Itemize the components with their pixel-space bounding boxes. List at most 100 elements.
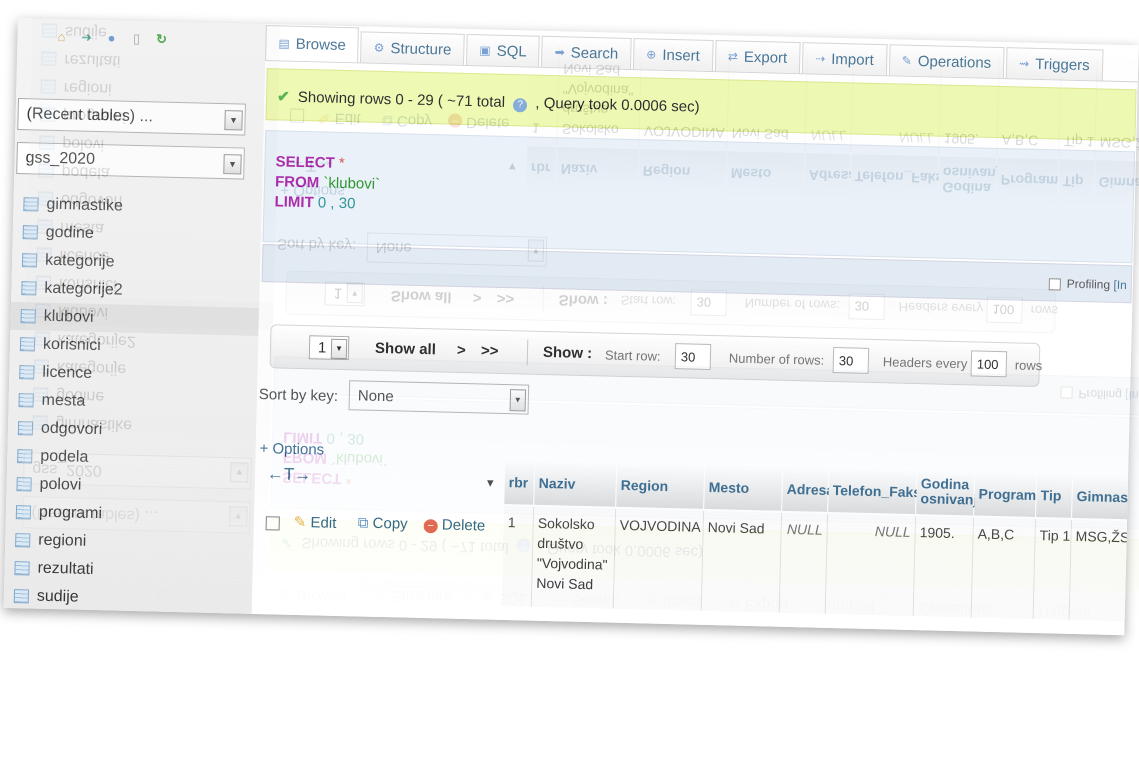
cell-value: A,B,C <box>977 525 1015 543</box>
column-header[interactable]: Mesto <box>704 464 784 511</box>
profiling-checkbox[interactable] <box>1048 278 1061 291</box>
number-of-rows-input[interactable]: 30 <box>832 347 870 374</box>
cell-value: Novi Sad <box>707 519 765 537</box>
tab-search-icon: ➡ <box>554 45 565 60</box>
table-cell[interactable]: MSG,ŽSG <box>1069 519 1139 622</box>
tab-export[interactable]: ⇄ Export <box>714 40 801 74</box>
sidebar-table-label: korisnici <box>42 335 102 355</box>
tab-insert[interactable]: ⊕ Insert <box>632 38 714 71</box>
table-icon <box>16 477 32 492</box>
tab-structure[interactable]: ⚙ Structure <box>360 31 465 65</box>
delete-icon: − <box>423 519 438 534</box>
edit-button[interactable]: ✎ Edit <box>294 513 337 532</box>
tab-browse[interactable]: ▤ Browse <box>265 25 360 63</box>
row-checkbox[interactable] <box>265 516 280 531</box>
doc-icon[interactable]: ▯ <box>128 31 144 47</box>
home-icon[interactable]: ⌂ <box>53 29 69 45</box>
reload-icon[interactable]: ↻ <box>153 31 169 47</box>
cell-value: NULL <box>786 520 823 538</box>
chevron-down-icon: ▼ <box>509 389 527 412</box>
tab-import-icon: ⇢ <box>815 51 826 66</box>
column-header[interactable]: Adresa <box>782 466 834 512</box>
database-select[interactable]: gss_2020 ▼ <box>16 142 245 180</box>
help-icon[interactable]: ? <box>512 98 528 113</box>
tab-insert-icon: ⊕ <box>646 47 657 62</box>
table-icon <box>23 197 39 212</box>
column-header-label: Tip <box>1040 487 1062 504</box>
tab-label: Operations <box>917 52 992 72</box>
tab-import[interactable]: ⇢ Import <box>801 42 888 76</box>
sql-from: FROM <box>274 173 320 192</box>
table-cell[interactable]: Novi Sad <box>701 510 783 613</box>
column-header-label: Region <box>620 476 669 495</box>
last-page-button[interactable]: >> <box>481 342 499 359</box>
number-of-rows-label: Number of rows: <box>728 350 825 368</box>
sidebar-table-label: rezultati <box>37 559 94 579</box>
recent-tables-select[interactable]: (Recent tables) ... ▼ <box>17 98 246 136</box>
column-header[interactable]: rbr <box>504 460 536 505</box>
table-cell[interactable]: NULL <box>779 512 829 614</box>
message-suffix: , Query took 0.0006 sec) <box>535 94 700 116</box>
next-page-button[interactable]: > <box>457 342 466 359</box>
sidebar-table-label: godine <box>45 223 95 242</box>
table-icon <box>20 309 36 324</box>
table-cell[interactable]: NULL <box>825 513 917 617</box>
cell-value: Sokolsko društvo "Vojvodina" Novi Sad <box>536 514 608 593</box>
column-header[interactable]: Gimnastike <box>1072 473 1139 520</box>
table-icon <box>15 533 31 548</box>
info-icon[interactable]: ● <box>103 30 119 46</box>
tab-label: Triggers <box>1035 55 1090 74</box>
tab-triggers-icon: ⇝ <box>1018 56 1030 71</box>
page-select[interactable]: 1 ▼ <box>308 335 350 361</box>
table-icon <box>21 281 37 296</box>
tab-operations-icon: ✎ <box>901 53 912 68</box>
sql-limit-values: 0 , 30 <box>317 194 356 213</box>
tab-sql[interactable]: ▣ SQL <box>465 33 541 67</box>
sort-key-select[interactable]: None ▼ <box>348 380 530 415</box>
message-prefix: Showing rows 0 - 29 ( ~71 total <box>297 88 506 111</box>
check-icon: ✔ <box>276 88 290 106</box>
sql-table: `klubovi` <box>323 174 381 193</box>
profiling-label: Profiling <box>1066 276 1111 292</box>
table-cell[interactable]: VOJVODINA <box>613 508 705 611</box>
options-link[interactable]: + Options <box>259 440 324 459</box>
inline-link[interactable]: [In <box>1113 278 1127 292</box>
table-cell[interactable]: A,B,C <box>971 517 1037 619</box>
table-icon <box>13 589 30 604</box>
tab-search[interactable]: ➡ Search <box>541 35 632 69</box>
column-header[interactable]: Region <box>616 462 706 509</box>
show-label: Show : <box>542 343 593 363</box>
column-header[interactable]: Tip <box>1036 473 1074 518</box>
headers-every-label: Headers every <box>882 354 968 372</box>
tab-triggers[interactable]: ⇝ Triggers <box>1005 47 1104 81</box>
show-all-button[interactable]: Show all <box>375 340 436 358</box>
delete-button[interactable]: − Delete <box>423 516 485 535</box>
copy-button[interactable]: ⧉ Copy <box>358 514 408 532</box>
table-cell[interactable]: 1905. <box>913 516 975 618</box>
sidebar: ⌂ ➜ ● ▯ ↻ (Recent tables) ... ▼ gss_2020… <box>3 18 267 616</box>
tab-label: Insert <box>662 46 701 65</box>
column-header[interactable]: Programi <box>974 471 1040 518</box>
table-icon <box>15 505 32 520</box>
column-header[interactable]: Telefon_Faks <box>828 467 921 515</box>
table-icon <box>17 421 34 436</box>
table-cell[interactable]: 1 <box>501 506 535 607</box>
sql-star: * <box>338 154 345 173</box>
sort-triangle-icon[interactable]: ▼ <box>485 478 496 490</box>
column-header[interactable]: Godina osnivanja <box>916 470 985 516</box>
sort-key-value: None <box>357 387 394 406</box>
headers-every-input[interactable]: 100 <box>970 350 1008 378</box>
start-row-input[interactable]: 30 <box>674 343 712 371</box>
column-header-label: Telefon_Faks <box>832 482 922 501</box>
column-arrows-icon[interactable]: ←T→ <box>267 464 312 485</box>
column-header[interactable]: Naziv <box>534 460 618 507</box>
table-icon <box>19 365 35 380</box>
tab-label: Export <box>743 48 788 67</box>
rows-label: rows <box>1014 357 1043 374</box>
sidebar-table-item[interactable]: sudije <box>4 582 253 616</box>
tab-operations[interactable]: ✎ Operations <box>888 44 1005 79</box>
table-cell[interactable]: Sokolsko društvo "Vojvodina" Novi Sad <box>531 506 617 609</box>
table-cell[interactable]: Tip 1 <box>1033 519 1073 620</box>
exit-icon[interactable]: ➜ <box>78 29 94 45</box>
ui-root: ⌂ ➜ ● ▯ ↻ (Recent tables) ... ▼ gss_2020… <box>3 18 1139 636</box>
